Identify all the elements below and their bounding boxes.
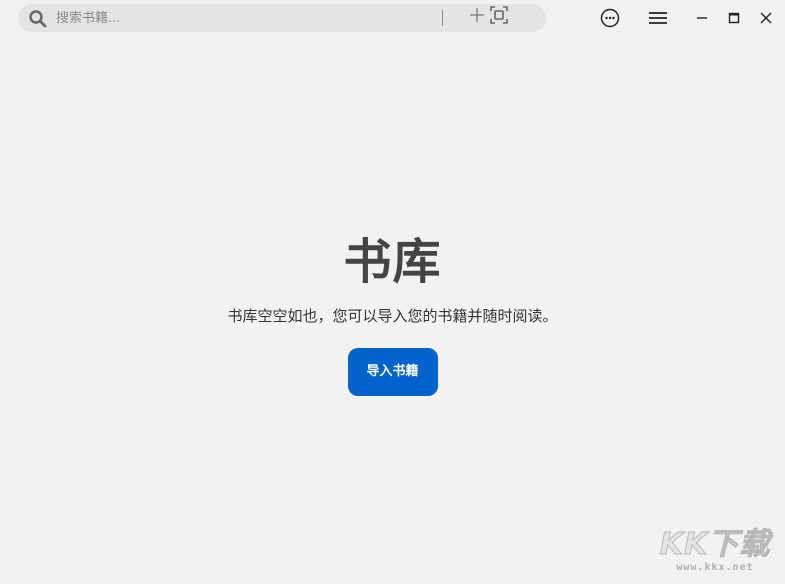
search-icon [29,10,47,28]
empty-library-state: 书库 书库空空如也，您可以导入您的书籍并随时阅读。 导入书籍 [0,232,785,396]
empty-library-message: 书库空空如也，您可以导入您的书籍并随时阅读。 [227,307,558,325]
import-books-button[interactable]: 导入书籍 [347,348,438,396]
add-book-button[interactable] [466,4,488,26]
plus-icon [470,8,484,22]
maximize-icon [728,12,740,24]
watermark-logo: KK下载 [659,527,771,562]
close-icon [760,12,772,24]
more-circle-icon [600,8,620,28]
site-watermark: KK下载 www.kkx.net [655,527,775,580]
minimize-button[interactable] [690,6,714,30]
scan-frame-icon [490,6,508,24]
more-button[interactable] [598,6,622,30]
menu-button[interactable] [646,6,670,30]
page-title: 书库 [343,234,442,290]
hamburger-menu-icon [649,12,667,24]
scan-button[interactable] [488,4,510,26]
top-bar [0,0,785,38]
search-divider [442,10,443,26]
watermark-url: www.kkx.net [676,562,754,573]
maximize-button[interactable] [722,6,746,30]
search-input[interactable] [56,6,446,30]
close-button[interactable] [754,6,778,30]
